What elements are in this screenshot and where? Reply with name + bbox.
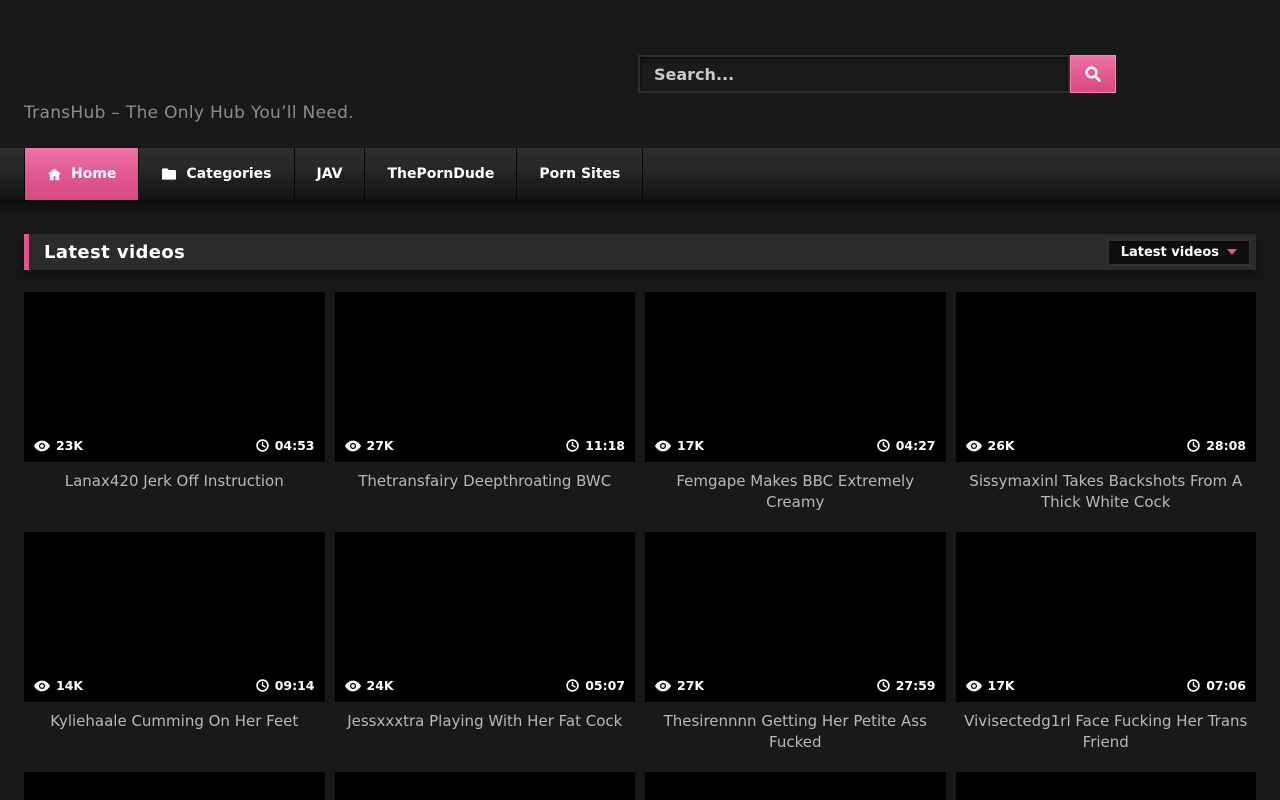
nav-tab-label: ThePornDude bbox=[387, 166, 494, 182]
sort-dropdown[interactable]: Latest videos bbox=[1107, 239, 1251, 266]
video-card[interactable] bbox=[956, 772, 1257, 800]
magnifier-icon bbox=[1084, 65, 1102, 83]
nav-tabs: Home Categories JAV ThePornDude Porn Sit… bbox=[0, 148, 1280, 200]
video-thumbnail[interactable]: 24K 05:07 bbox=[335, 532, 636, 702]
video-meta: 23K 04:53 bbox=[24, 430, 325, 462]
video-thumbnail[interactable]: 14K 09:14 bbox=[24, 532, 325, 702]
folder-icon bbox=[161, 167, 177, 181]
video-card[interactable]: 23K 04:53 Lanax420 Jerk Off Instruction bbox=[24, 292, 325, 532]
video-duration: 07:06 bbox=[1206, 678, 1246, 693]
video-card[interactable] bbox=[335, 772, 636, 800]
video-title[interactable]: Femgape Makes BBC Extremely Creamy bbox=[645, 462, 946, 513]
clock-icon bbox=[1187, 679, 1200, 692]
nav-tab-label: JAV bbox=[317, 166, 343, 182]
eye-icon bbox=[34, 680, 50, 692]
video-duration: 11:18 bbox=[585, 438, 625, 453]
video-card[interactable]: 17K 04:27 Femgape Makes BBC Extremely Cr… bbox=[645, 292, 946, 532]
video-title[interactable]: Lanax420 Jerk Off Instruction bbox=[24, 462, 325, 492]
video-meta: 24K 05:07 bbox=[335, 670, 636, 702]
video-title[interactable]: Thetransfairy Deepthroating BWC bbox=[335, 462, 636, 492]
eye-icon bbox=[655, 440, 671, 452]
nav-tab-home[interactable]: Home bbox=[24, 148, 139, 200]
video-title[interactable]: Vivisectedg1rl Face Fucking Her Trans Fr… bbox=[956, 702, 1257, 753]
clock-icon bbox=[877, 439, 890, 452]
view-count: 14K bbox=[56, 678, 83, 693]
video-thumbnail[interactable]: 23K 04:53 bbox=[24, 292, 325, 462]
video-title[interactable]: Kyliehaale Cumming On Her Feet bbox=[24, 702, 325, 732]
main-content: Latest videos Latest videos 23K bbox=[0, 200, 1280, 800]
video-card[interactable] bbox=[645, 772, 946, 800]
eye-icon bbox=[345, 680, 361, 692]
clock-icon bbox=[566, 439, 579, 452]
nav-tab-porn-sites[interactable]: Porn Sites bbox=[517, 148, 643, 200]
video-card[interactable] bbox=[24, 772, 325, 800]
view-count: 24K bbox=[367, 678, 394, 693]
video-title[interactable]: Jessxxxtra Playing With Her Fat Cock bbox=[335, 702, 636, 732]
clock-icon bbox=[256, 439, 269, 452]
video-meta: 17K 07:06 bbox=[956, 670, 1257, 702]
search-form bbox=[638, 55, 1116, 93]
nav-tab-categories[interactable]: Categories bbox=[139, 148, 294, 200]
video-card[interactable]: 27K 11:18 Thetransfairy Deepthroating BW… bbox=[335, 292, 636, 532]
video-duration: 05:07 bbox=[585, 678, 625, 693]
video-thumbnail[interactable]: 26K 28:08 bbox=[956, 292, 1257, 462]
video-meta: 27K 11:18 bbox=[335, 430, 636, 462]
video-meta: 26K 28:08 bbox=[956, 430, 1257, 462]
video-card[interactable]: 14K 09:14 Kyliehaale Cumming On Her Feet bbox=[24, 532, 325, 772]
video-meta: 14K 09:14 bbox=[24, 670, 325, 702]
video-meta: 27K 27:59 bbox=[645, 670, 946, 702]
video-title[interactable]: Thesirennnn Getting Her Petite Ass Fucke… bbox=[645, 702, 946, 753]
video-grid: 23K 04:53 Lanax420 Jerk Off Instruction bbox=[24, 292, 1256, 800]
video-card[interactable]: 17K 07:06 Vivisectedg1rl Face Fucking He… bbox=[956, 532, 1257, 772]
eye-icon bbox=[966, 680, 982, 692]
video-title[interactable]: Sissymaxinl Takes Backshots From A Thick… bbox=[956, 462, 1257, 513]
caret-down-icon bbox=[1227, 249, 1237, 255]
view-count: 27K bbox=[677, 678, 704, 693]
view-count: 27K bbox=[367, 438, 394, 453]
video-thumbnail[interactable]: 27K 27:59 bbox=[645, 532, 946, 702]
eye-icon bbox=[966, 440, 982, 452]
video-thumbnail[interactable] bbox=[24, 772, 325, 800]
video-card[interactable]: 24K 05:07 Jessxxxtra Playing With Her Fa… bbox=[335, 532, 636, 772]
view-count: 23K bbox=[56, 438, 83, 453]
clock-icon bbox=[877, 679, 890, 692]
view-count: 17K bbox=[988, 678, 1015, 693]
clock-icon bbox=[566, 679, 579, 692]
video-meta: 17K 04:27 bbox=[645, 430, 946, 462]
video-card[interactable]: 26K 28:08 Sissymaxinl Takes Backshots Fr… bbox=[956, 292, 1257, 532]
video-duration: 27:59 bbox=[896, 678, 936, 693]
search-input[interactable] bbox=[638, 55, 1070, 93]
nav-tab-label: Porn Sites bbox=[539, 166, 620, 182]
view-count: 17K bbox=[677, 438, 704, 453]
clock-icon bbox=[1187, 439, 1200, 452]
sort-dropdown-label: Latest videos bbox=[1121, 245, 1219, 260]
view-count: 26K bbox=[988, 438, 1015, 453]
video-thumbnail[interactable] bbox=[335, 772, 636, 800]
section-header: Latest videos Latest videos bbox=[24, 234, 1256, 270]
video-card[interactable]: 27K 27:59 Thesirennnn Getting Her Petite… bbox=[645, 532, 946, 772]
clock-icon bbox=[256, 679, 269, 692]
home-icon bbox=[47, 167, 62, 182]
search-button[interactable] bbox=[1070, 55, 1116, 93]
eye-icon bbox=[655, 680, 671, 692]
nav-tab-label: Home bbox=[71, 166, 116, 182]
video-thumbnail[interactable] bbox=[956, 772, 1257, 800]
eye-icon bbox=[34, 440, 50, 452]
nav-tab-label: Categories bbox=[186, 166, 271, 182]
video-duration: 04:27 bbox=[896, 438, 936, 453]
video-duration: 04:53 bbox=[275, 438, 315, 453]
eye-icon bbox=[345, 440, 361, 452]
nav-tab-theporndude[interactable]: ThePornDude bbox=[365, 148, 517, 200]
video-thumbnail[interactable]: 17K 04:27 bbox=[645, 292, 946, 462]
video-duration: 28:08 bbox=[1206, 438, 1246, 453]
nav-tab-jav[interactable]: JAV bbox=[295, 148, 366, 200]
video-thumbnail[interactable] bbox=[645, 772, 946, 800]
main-nav: Home Categories JAV ThePornDude Porn Sit… bbox=[0, 148, 1280, 200]
site-header: TransHub – The Only Hub You’ll Need. bbox=[0, 0, 1280, 148]
video-thumbnail[interactable]: 27K 11:18 bbox=[335, 292, 636, 462]
site-tagline: TransHub – The Only Hub You’ll Need. bbox=[24, 103, 354, 123]
video-thumbnail[interactable]: 17K 07:06 bbox=[956, 532, 1257, 702]
section-title: Latest videos bbox=[44, 242, 1107, 263]
video-duration: 09:14 bbox=[275, 678, 315, 693]
